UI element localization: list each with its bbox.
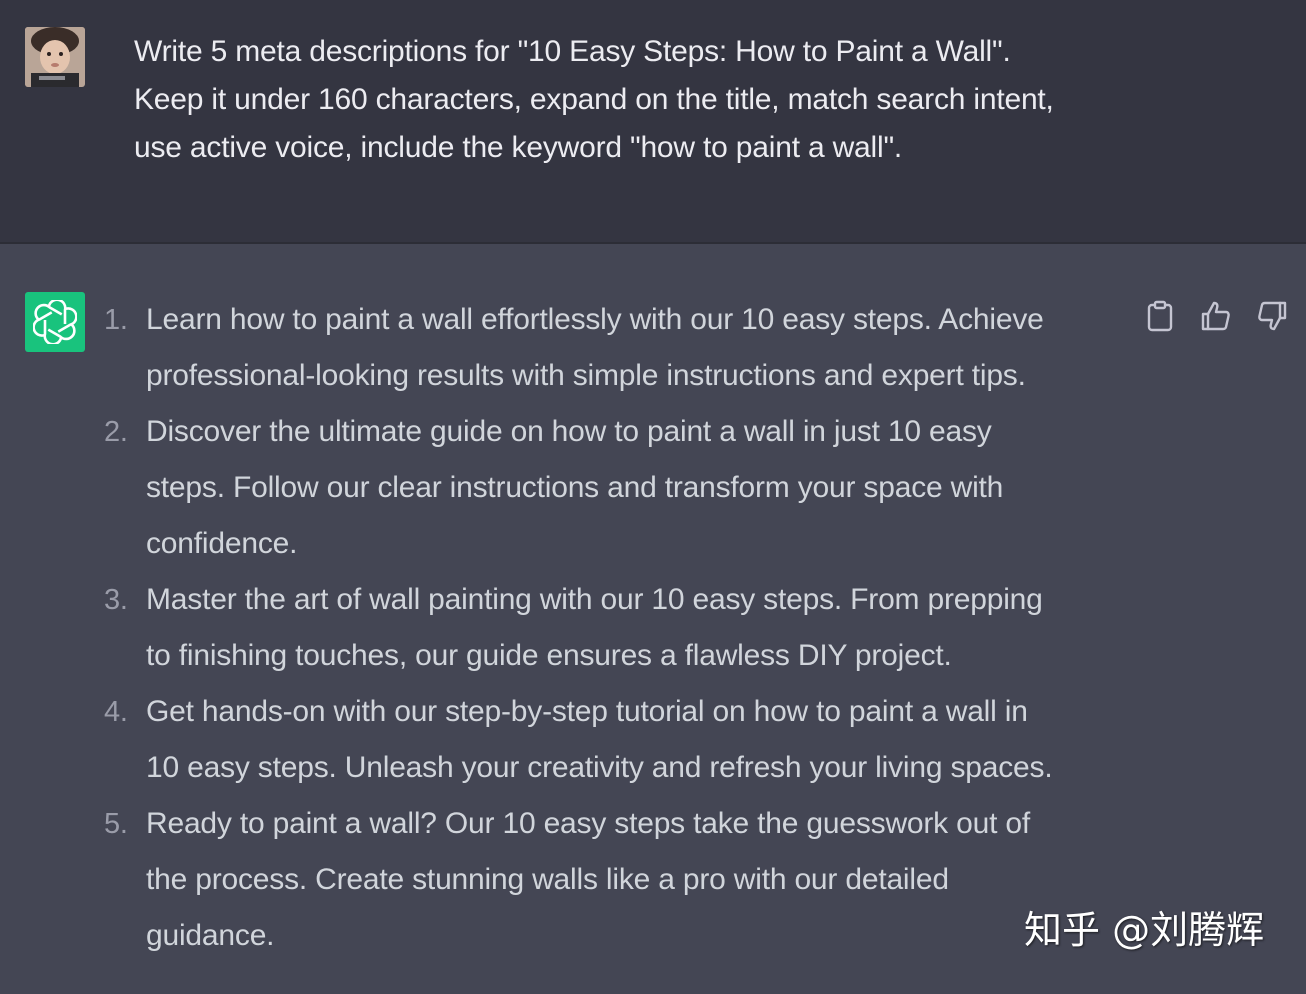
- list-item-number: 5.: [104, 808, 128, 840]
- list-item-line: the process. Create stunning walls like …: [146, 863, 949, 896]
- list-item: 1. Learn how to paint a wall effortlessl…: [100, 292, 1120, 404]
- user-message-row: Write 5 meta descriptions for "10 Easy S…: [0, 0, 1306, 244]
- assistant-message-row: 1. Learn how to paint a wall effortlessl…: [0, 244, 1306, 994]
- list-item-line: 10 easy steps. Unleash your creativity a…: [146, 751, 1053, 784]
- list-item: 3. Master the art of wall painting with …: [100, 572, 1120, 684]
- list-item-line: Learn how to paint a wall effortlessly w…: [146, 303, 1044, 336]
- thumbs-down-icon: [1258, 301, 1287, 331]
- list-item-line: steps. Follow our clear instructions and…: [146, 471, 1004, 504]
- list-item-line: Get hands-on with our step-by-step tutor…: [146, 695, 1028, 728]
- copy-icon: [1147, 300, 1173, 332]
- list-item: 2. Discover the ultimate guide on how to…: [100, 404, 1120, 572]
- list-item-number: 3.: [104, 584, 128, 616]
- thumbs-down-button[interactable]: [1254, 298, 1290, 334]
- user-avatar: [25, 27, 85, 87]
- thumbs-up-icon: [1201, 301, 1230, 331]
- list-item-line: to finishing touches, our guide ensures …: [146, 639, 952, 672]
- list-item-line: confidence.: [146, 527, 298, 560]
- list-item-number: 1.: [104, 304, 128, 336]
- list-item: 4. Get hands-on with our step-by-step tu…: [100, 684, 1120, 796]
- user-message-line: use active voice, include the keyword "h…: [134, 131, 903, 164]
- list-item-line: Discover the ultimate guide on how to pa…: [146, 415, 992, 448]
- thumbs-up-button[interactable]: [1198, 298, 1234, 334]
- list-item-number: 4.: [104, 696, 128, 728]
- copy-button[interactable]: [1142, 298, 1178, 334]
- list-item-line: professional-looking results with simple…: [146, 359, 1026, 392]
- list-item-line: Ready to paint a wall? Our 10 easy steps…: [146, 807, 1030, 840]
- user-message-line: Keep it under 160 characters, expand on …: [134, 83, 1054, 116]
- user-message-text: Write 5 meta descriptions for "10 Easy S…: [134, 28, 1134, 172]
- list-item-line: guidance.: [146, 919, 275, 952]
- list-item: 5. Ready to paint a wall? Our 10 easy st…: [100, 796, 1120, 964]
- zhihu-watermark: 知乎 @刘腾辉: [1024, 908, 1265, 952]
- chatgpt-logo-icon: [25, 292, 85, 352]
- user-avatar-photo: [25, 27, 85, 87]
- list-item-line: Master the art of wall painting with our…: [146, 583, 1043, 616]
- answer-list: 1. Learn how to paint a wall effortlessl…: [100, 292, 1120, 964]
- list-item-number: 2.: [104, 416, 128, 448]
- message-actions: [1142, 298, 1290, 334]
- user-message-line: Write 5 meta descriptions for "10 Easy S…: [134, 35, 1011, 68]
